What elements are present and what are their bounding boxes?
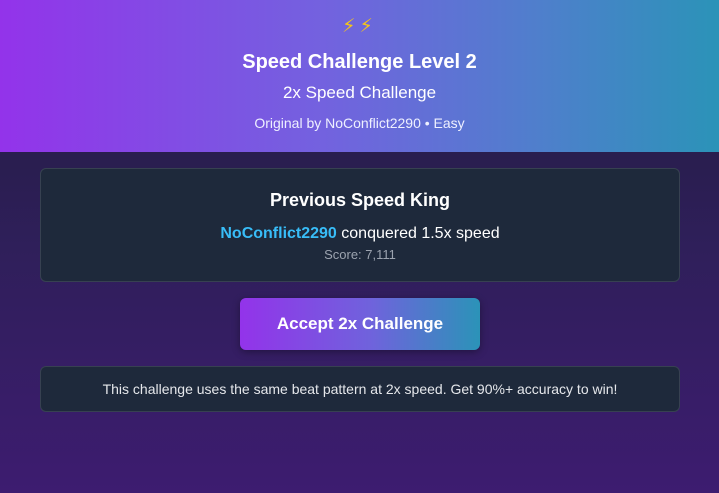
- king-achievement: conquered 1.5x speed: [336, 225, 500, 242]
- challenge-info-card: This challenge uses the same beat patter…: [40, 366, 680, 412]
- previous-king-line: NoConflict2290 conquered 1.5x speed: [41, 224, 679, 244]
- accept-challenge-button[interactable]: Accept 2x Challenge: [240, 298, 480, 350]
- lightning-icons: ⚡⚡: [342, 16, 377, 37]
- previous-king-heading: Previous Speed King: [269, 190, 451, 210]
- king-score: Score: 7,111: [324, 247, 396, 262]
- challenge-header: ⚡⚡ Speed Challenge Level 2 2x Speed Chal…: [0, 0, 719, 152]
- challenge-meta: Original by NoConflict2290 • Easy: [254, 115, 465, 131]
- page-title: Speed Challenge Level 2: [242, 51, 477, 73]
- challenge-subtitle: 2x Speed Challenge: [282, 83, 437, 102]
- king-player-name: NoConflict2290: [220, 225, 337, 242]
- challenge-info-text: This challenge uses the same beat patter…: [102, 381, 618, 397]
- previous-king-card: Previous Speed King NoConflict2290 conqu…: [40, 168, 680, 282]
